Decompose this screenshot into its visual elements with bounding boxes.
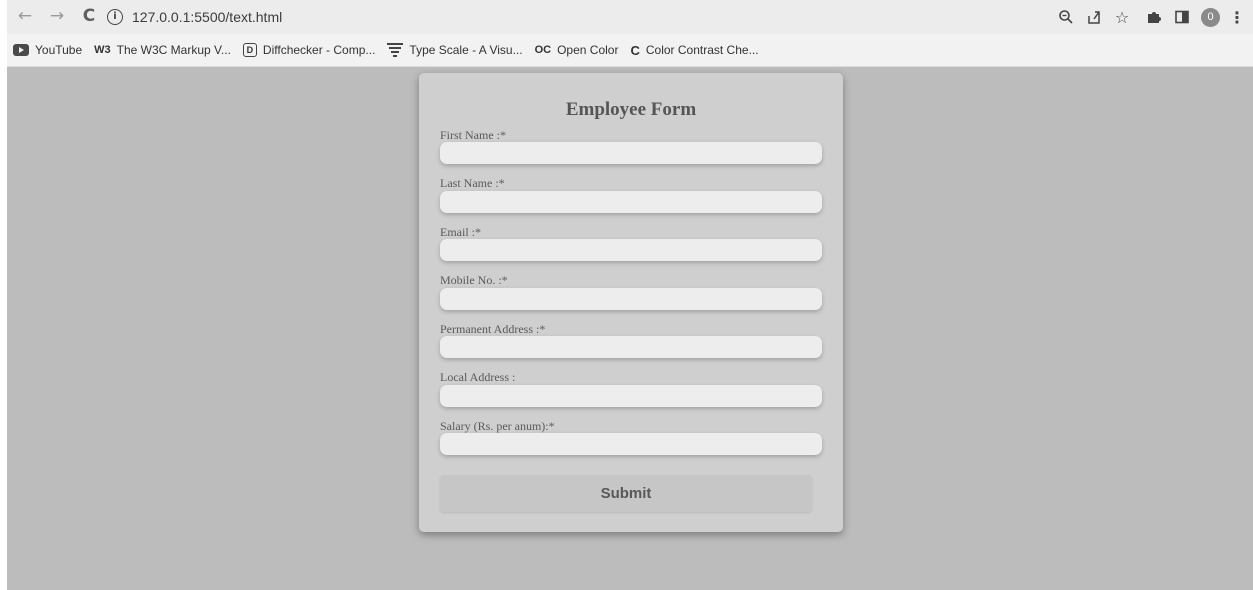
last-name-label: Last Name :* xyxy=(440,176,505,190)
bookmark-diffchecker[interactable]: D Diffchecker - Comp... xyxy=(242,43,376,57)
bookmarks-bar: YouTube W3 The W3C Markup V... D Diffche… xyxy=(7,34,1253,67)
profile-avatar[interactable]: 0 xyxy=(1201,8,1220,27)
bookmark-w3c[interactable]: W3 The W3C Markup V... xyxy=(94,43,231,57)
reload-icon[interactable]: C xyxy=(77,4,101,28)
permanent-address-input[interactable] xyxy=(440,336,822,358)
side-panel-icon[interactable] xyxy=(1171,6,1193,28)
bookmark-label: Type Scale - A Visu... xyxy=(409,43,523,57)
bookmark-label: Diffchecker - Comp... xyxy=(262,43,376,57)
youtube-icon xyxy=(13,44,29,56)
bookmark-color-contrast[interactable]: C Color Contrast Che... xyxy=(630,43,758,58)
last-name-input[interactable] xyxy=(440,191,822,213)
bookmark-label: YouTube xyxy=(35,43,83,57)
forward-arrow-icon[interactable]: → xyxy=(45,4,69,28)
back-arrow-icon[interactable]: ← xyxy=(13,4,37,28)
address-bar-url[interactable]: 127.0.0.1:5500/text.html xyxy=(132,9,282,25)
first-name-label: First Name :* xyxy=(440,128,506,142)
bookmark-open-color[interactable]: OC Open Color xyxy=(535,43,619,57)
form-title: Employee Form xyxy=(565,99,697,120)
open-color-icon: OC xyxy=(534,44,552,56)
mobile-no-label: Mobile No. :* xyxy=(440,273,508,287)
browser-toolbar: ← → C i 127.0.0.1:5500/text.html ☆ 0 ⋮ xyxy=(7,0,1253,34)
w3c-icon: W3 xyxy=(94,44,111,56)
share-icon[interactable] xyxy=(1083,6,1105,28)
bookmark-label: Color Contrast Che... xyxy=(645,43,759,57)
site-info-icon[interactable]: i xyxy=(107,9,123,25)
bookmark-star-icon[interactable]: ☆ xyxy=(1111,6,1133,28)
diffchecker-icon: D xyxy=(242,43,257,57)
address-bar[interactable]: i 127.0.0.1:5500/text.html xyxy=(107,5,1037,29)
bookmark-type-scale[interactable]: Type Scale - A Visu... xyxy=(387,43,523,57)
bookmark-youtube[interactable]: YouTube xyxy=(13,43,82,57)
bookmark-label: The W3C Markup V... xyxy=(116,43,231,57)
local-address-input[interactable] xyxy=(440,385,822,407)
email-label: Email :* xyxy=(440,225,481,239)
extensions-puzzle-icon[interactable] xyxy=(1143,6,1165,28)
page-viewport: Employee Form First Name :* Last Name :*… xyxy=(7,67,1253,590)
email-input[interactable] xyxy=(440,239,822,261)
color-contrast-icon: C xyxy=(630,42,640,58)
permanent-address-label: Permanent Address :* xyxy=(440,322,546,336)
more-menu-icon[interactable]: ⋮ xyxy=(1226,6,1248,28)
salary-input[interactable] xyxy=(440,433,822,455)
browser-window: ← → C i 127.0.0.1:5500/text.html ☆ 0 ⋮ Y… xyxy=(7,0,1253,590)
type-scale-icon xyxy=(387,43,404,57)
employee-form: Employee Form First Name :* Last Name :*… xyxy=(419,73,843,532)
first-name-input[interactable] xyxy=(440,142,822,164)
mobile-no-input[interactable] xyxy=(440,288,822,310)
salary-label: Salary (Rs. per anum):* xyxy=(440,419,555,433)
local-address-label: Local Address : xyxy=(440,370,516,384)
zoom-icon[interactable] xyxy=(1055,6,1077,28)
submit-button[interactable]: Submit xyxy=(440,475,812,512)
bookmark-label: Open Color xyxy=(557,43,619,57)
